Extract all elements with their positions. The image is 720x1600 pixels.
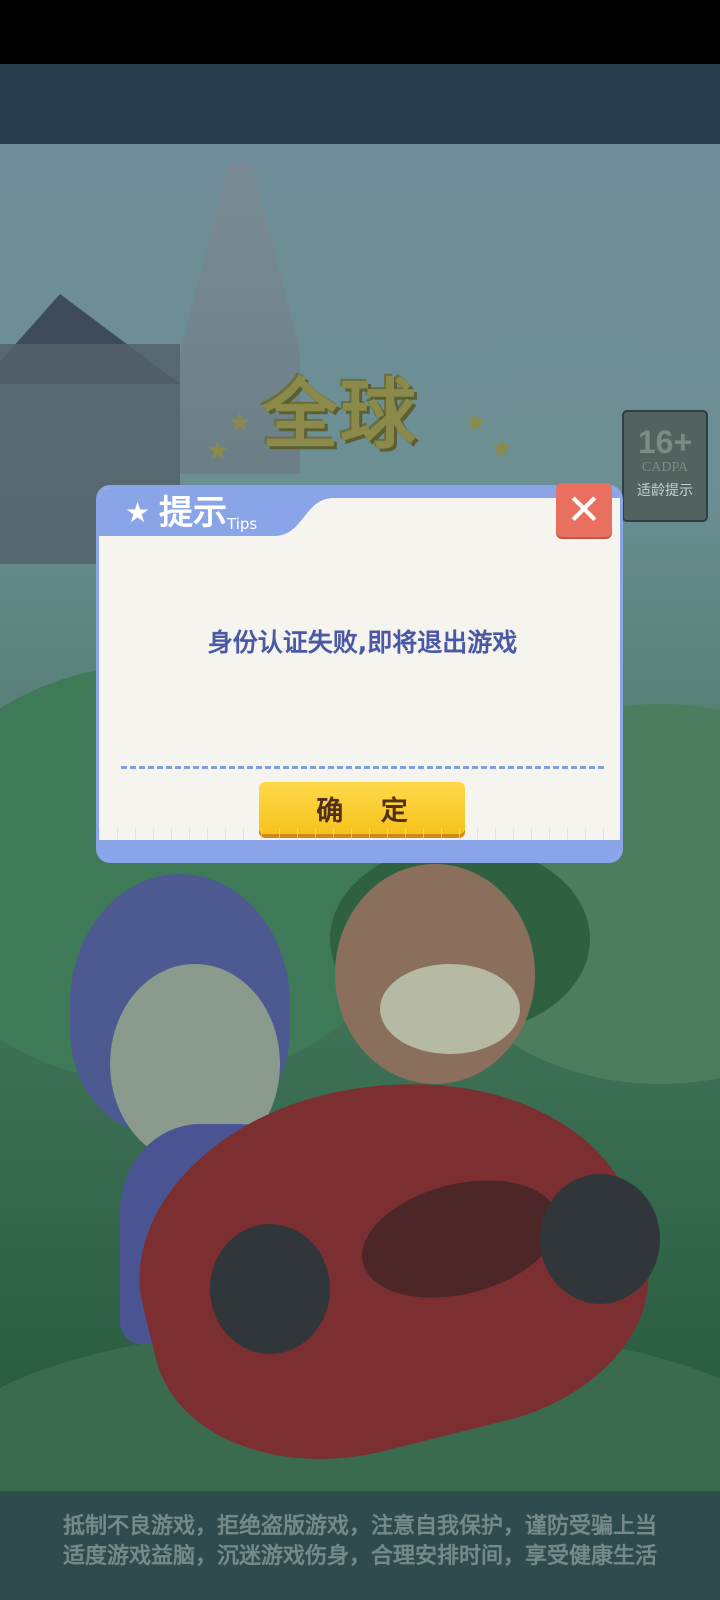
top-band — [0, 64, 720, 144]
star-icon: ★ — [464, 408, 488, 438]
dialog-message: 身份认证失败,即将退出游戏 — [207, 628, 518, 657]
car-wheel — [540, 1174, 660, 1304]
age-rating-number: 16+ — [637, 424, 693, 460]
age-rating-org: CADPA — [641, 460, 689, 475]
tips-dialog: ★ 提示 Tips 身份认证失败,即将退出游戏 确 定 ✕ — [96, 483, 623, 863]
advisory-line-1: 抵制不良游戏，拒绝盗版游戏，注意自我保护，谨防受骗上当 — [62, 1514, 657, 1539]
star-icon: ★ — [206, 436, 230, 466]
status-bar — [0, 0, 720, 64]
dashed-divider — [121, 766, 604, 769]
health-advisory-footer: 抵制不良游戏，拒绝盗版游戏，注意自我保护，谨防受骗上当 适度游戏益脑，沉迷游戏伤… — [0, 1491, 720, 1600]
dialog-title: 提示 — [159, 493, 227, 533]
star-icon: ★ — [490, 434, 514, 464]
dialog-bottom-band — [99, 840, 620, 860]
dialog-header: ★ 提示 Tips — [99, 488, 620, 542]
close-button[interactable]: ✕ — [556, 483, 612, 537]
star-icon: ★ — [125, 496, 151, 529]
confirm-button[interactable]: 确 定 — [259, 782, 465, 834]
confirm-button-label: 确 定 — [316, 795, 422, 827]
star-icon: ★ — [228, 408, 252, 438]
dialog-title-en: Tips — [227, 515, 258, 533]
game-logo: 全球 — [262, 370, 418, 459]
advisory-line-2: 适度游戏益脑，沉迷游戏伤身，合理安排时间，享受健康生活 — [62, 1544, 657, 1569]
character-old-man-beard — [380, 964, 520, 1054]
car-wheel — [210, 1224, 330, 1354]
age-rating-badge[interactable]: 16+ CADPA 适龄提示 — [622, 410, 708, 522]
dialog-body: ★ 提示 Tips 身份认证失败,即将退出游戏 确 定 — [96, 485, 623, 863]
close-icon: ✕ — [566, 485, 602, 534]
age-rating-label: 适龄提示 — [637, 483, 693, 499]
